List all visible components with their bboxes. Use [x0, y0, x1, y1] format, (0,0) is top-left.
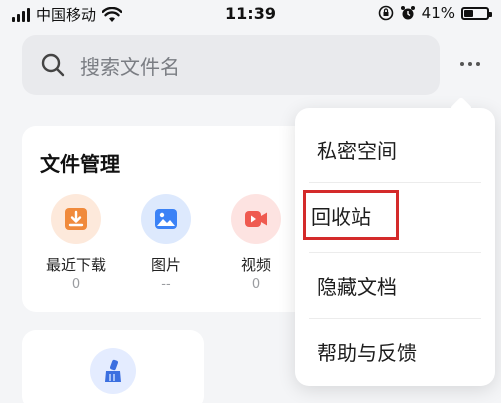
shortcut-label: 视频 [240, 256, 271, 274]
menu-divider [309, 182, 481, 183]
search-icon [41, 53, 65, 77]
menu-item-recycle-bin[interactable]: 回收站 [303, 190, 399, 240]
menu-item-private-space[interactable]: 私密空间 [309, 116, 481, 182]
search-placeholder: 搜索文件名 [80, 54, 180, 79]
file-management-title: 文件管理 [40, 152, 120, 176]
battery-fill [464, 9, 474, 17]
image-icon [141, 194, 191, 244]
shortcut-images[interactable]: 图片 -- [126, 194, 206, 292]
shortcut-count: -- [161, 277, 171, 292]
battery-icon [461, 6, 492, 20]
shortcut-videos[interactable]: 视频 0 [216, 194, 296, 292]
more-options-icon[interactable] [460, 62, 480, 66]
shortcut-label: 图片 [150, 256, 181, 274]
menu-item-hidden-docs[interactable]: 隐藏文档 [309, 252, 481, 318]
status-bar: 中国移动 11:39 41% [0, 0, 501, 30]
more-options-menu: 私密空间 回收站 隐藏文档 帮助与反馈 [295, 108, 495, 386]
rotation-lock-icon [378, 5, 393, 21]
broom-icon [90, 348, 136, 394]
shortcut-recent-downloads[interactable]: 最近下载 0 [36, 194, 116, 292]
shortcut-count: 0 [71, 277, 81, 292]
file-management-card: 文件管理 最近下载 0 图片 -- 视频 0 [22, 126, 322, 312]
battery-percent: 41% [421, 4, 455, 22]
video-icon [231, 194, 281, 244]
status-right: 41% [378, 4, 492, 22]
shortcut-label: 最近下载 [45, 256, 106, 274]
download-icon [51, 194, 101, 244]
alarm-icon [400, 6, 415, 20]
shortcut-count: 0 [251, 277, 261, 292]
menu-item-help-feedback[interactable]: 帮助与反馈 [309, 318, 481, 384]
search-bar[interactable]: 搜索文件名 [22, 35, 440, 95]
